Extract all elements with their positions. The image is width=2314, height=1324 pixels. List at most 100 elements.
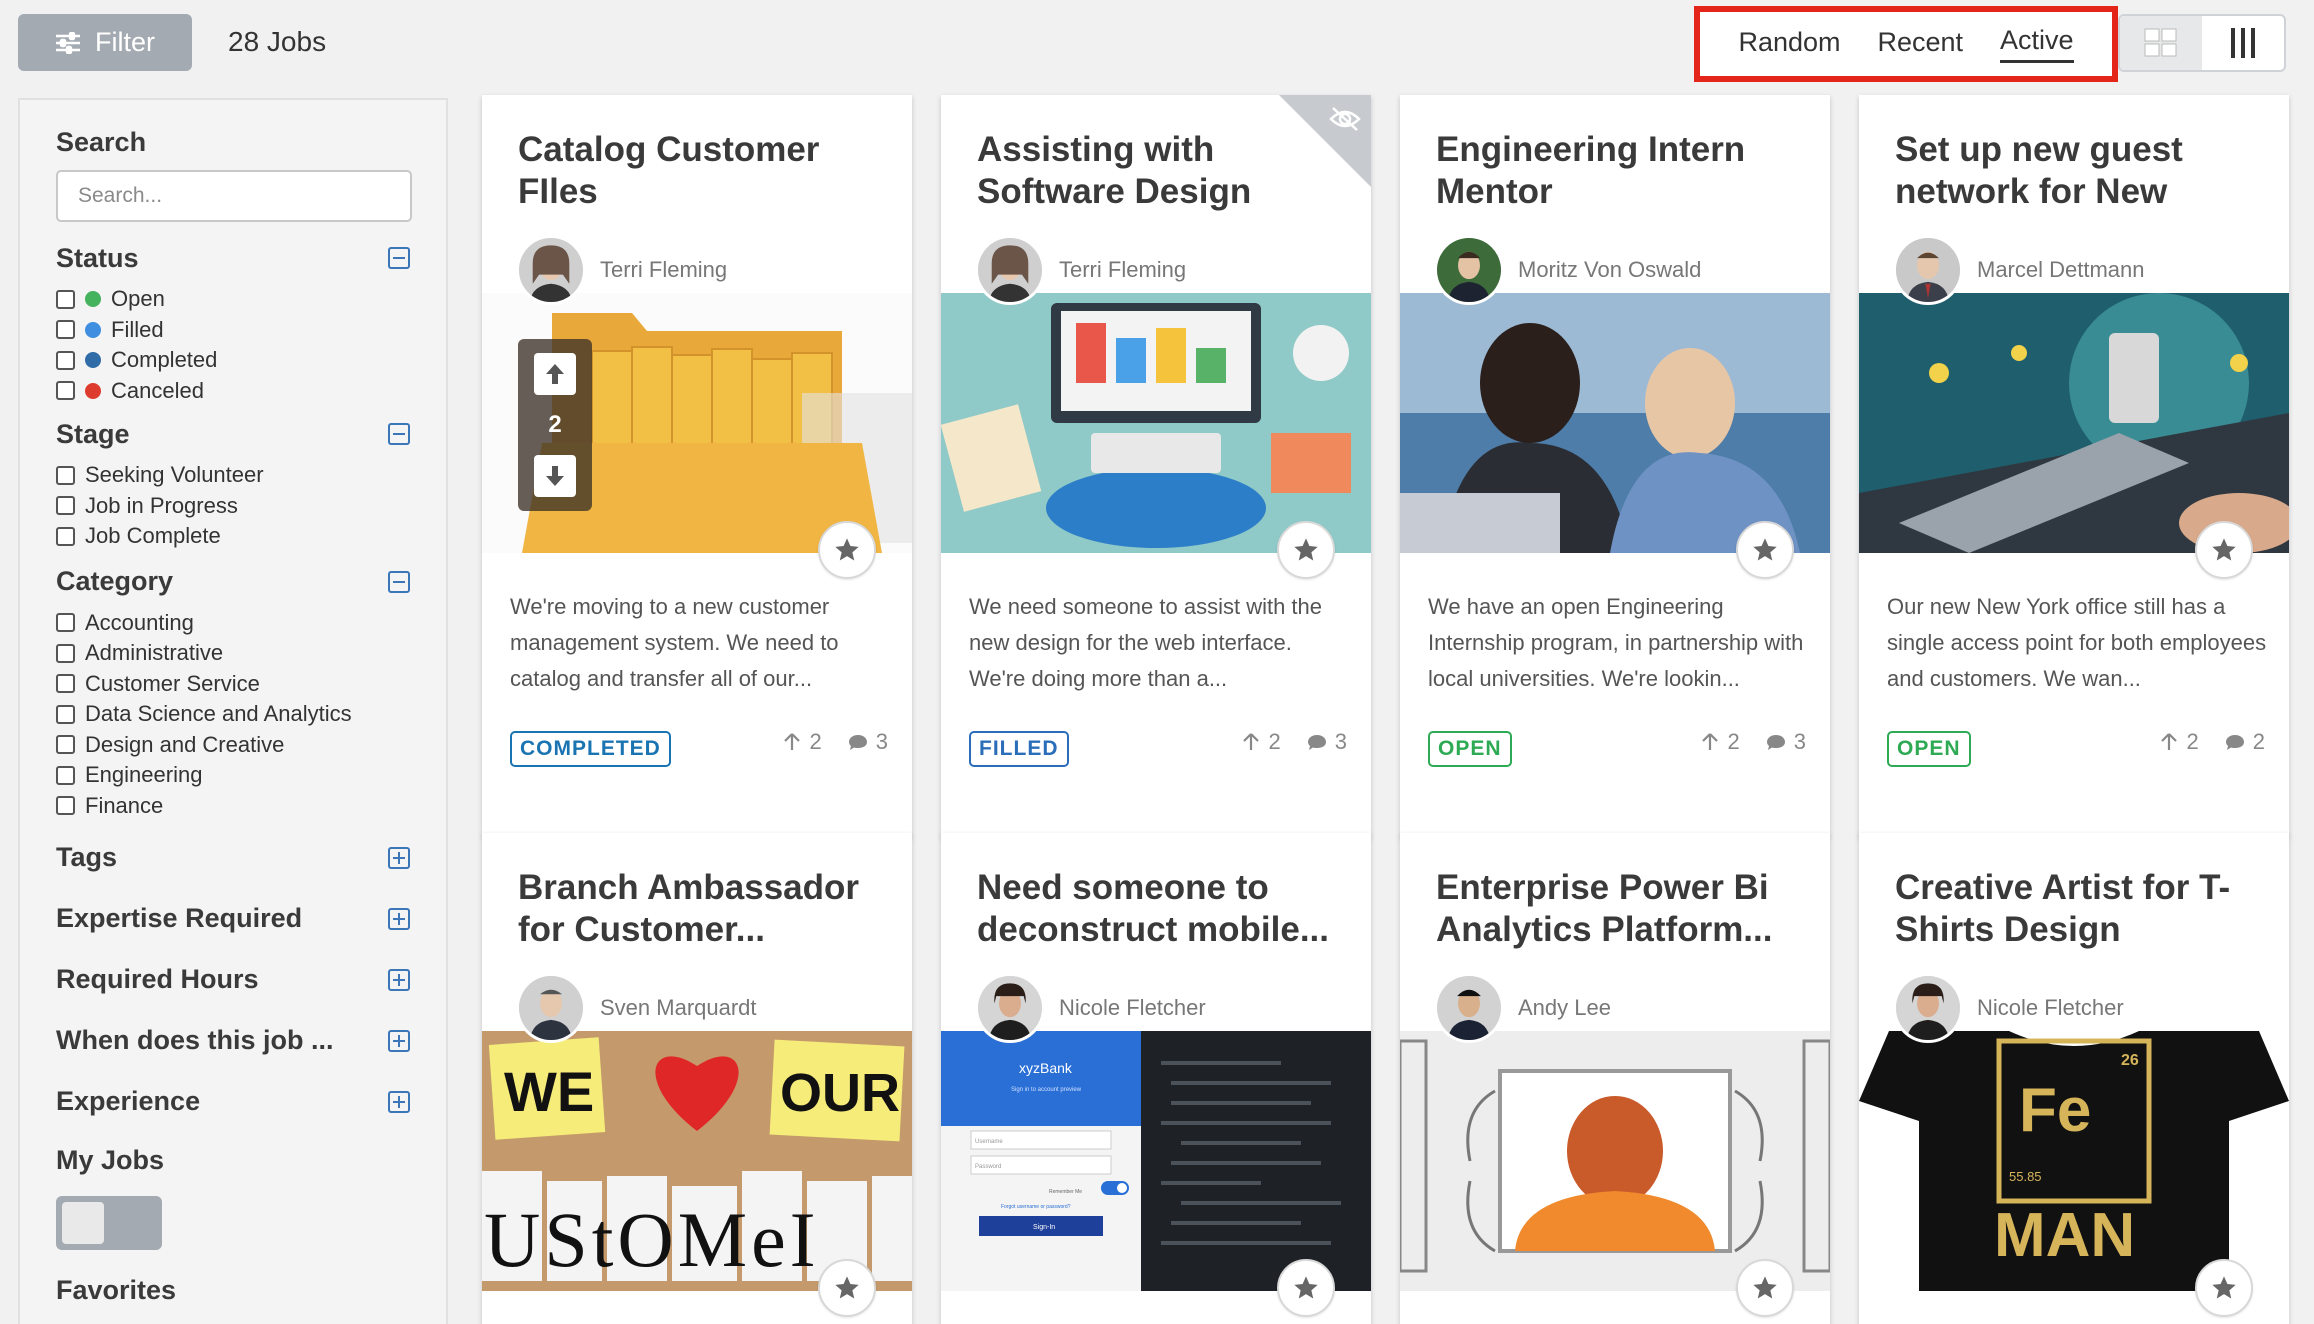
my-jobs-toggle[interactable] (56, 1196, 162, 1250)
job-card[interactable]: Catalog Customer FIles Terri Fleming 2 W… (482, 95, 912, 837)
status-open-option[interactable]: Open (56, 284, 410, 315)
upvote-button[interactable] (534, 353, 576, 395)
job-image (941, 293, 1371, 553)
favorite-button[interactable] (1277, 1259, 1335, 1317)
favorite-button[interactable] (2195, 521, 2253, 579)
favorite-button[interactable] (818, 521, 876, 579)
checkbox[interactable] (56, 289, 75, 309)
checkbox[interactable] (56, 674, 75, 694)
stage-option[interactable]: Job in Progress (56, 491, 410, 522)
category-option[interactable]: Design and Creative (56, 730, 410, 761)
checkbox[interactable] (56, 526, 75, 546)
collapse-status-icon[interactable] (388, 247, 410, 269)
checkbox[interactable] (56, 643, 75, 663)
expand-experience-icon[interactable] (388, 1090, 410, 1113)
star-icon (835, 538, 859, 561)
search-label: Search (56, 126, 147, 157)
favorite-button[interactable] (1736, 1259, 1794, 1317)
checkbox[interactable] (56, 735, 75, 755)
status-options: Open Filled Completed Canceled (56, 280, 410, 412)
comment-icon (1307, 735, 1326, 750)
status-badge: FILLED (969, 731, 1069, 767)
collapse-stage-icon[interactable] (388, 423, 410, 445)
when-header[interactable]: When does this job ... (56, 1010, 410, 1071)
job-card[interactable]: Set up new guest network for New Yor... … (1859, 95, 2289, 837)
sort-random[interactable]: Random (1738, 27, 1840, 62)
checkbox[interactable] (56, 350, 75, 370)
checkbox[interactable] (56, 320, 75, 340)
expand-tags-icon[interactable] (388, 846, 410, 869)
job-title[interactable]: Enterprise Power Bi Analytics Platform..… (1436, 867, 1800, 951)
checkbox[interactable] (56, 796, 75, 816)
job-description: We need someone to assist with the new d… (969, 594, 1323, 691)
expand-expertise-icon[interactable] (388, 907, 410, 930)
view-toggle (2118, 14, 2286, 72)
status-label: Filled (111, 316, 164, 342)
search-input[interactable] (56, 170, 412, 222)
category-option[interactable]: Engineering (56, 760, 410, 791)
downvote-button[interactable] (534, 455, 576, 497)
collapse-category-icon[interactable] (388, 570, 410, 593)
hours-header[interactable]: Required Hours (56, 949, 410, 1010)
job-title[interactable]: Engineering Intern Mentor (1436, 129, 1800, 213)
star-icon (1753, 1276, 1777, 1299)
experience-header[interactable]: Experience (56, 1071, 410, 1132)
checkbox[interactable] (56, 381, 75, 401)
canceled-dot-icon (85, 382, 101, 399)
stage-option[interactable]: Seeking Volunteer (56, 460, 410, 491)
category-option[interactable]: Finance (56, 791, 410, 822)
job-card[interactable]: Engineering Intern Mentor Moritz Von Osw… (1400, 95, 1830, 837)
sort-recent[interactable]: Recent (1877, 27, 1963, 62)
checkbox[interactable] (56, 704, 75, 724)
favorite-button[interactable] (2195, 1259, 2253, 1317)
job-card[interactable]: Creative Artist for T-Shirts Design Grap… (1859, 833, 2289, 1324)
category-option[interactable]: Data Science and Analytics (56, 699, 410, 730)
job-title[interactable]: Catalog Customer FIles (518, 129, 882, 213)
svg-text:OUR: OUR (780, 1063, 900, 1123)
category-option[interactable]: Accounting (56, 608, 410, 639)
arrow-up-icon (1701, 733, 1718, 750)
favorites-header: Favorites (56, 1260, 410, 1320)
expand-when-icon[interactable] (388, 1029, 410, 1052)
tags-label: Tags (56, 842, 118, 872)
checkbox[interactable] (56, 613, 75, 633)
category-option[interactable]: Customer Service (56, 669, 410, 700)
svg-text:Password: Password (975, 1164, 1001, 1170)
status-canceled-option[interactable]: Canceled (56, 376, 410, 407)
expand-hours-icon[interactable] (388, 968, 410, 991)
tags-header[interactable]: Tags (56, 827, 410, 888)
job-title[interactable]: Creative Artist for T-Shirts Design Grap… (1895, 867, 2259, 951)
checkbox[interactable] (56, 496, 75, 516)
svg-text:Remember Me: Remember Me (1049, 1189, 1082, 1195)
hours-label: Required Hours (56, 964, 259, 994)
status-filled-option[interactable]: Filled (56, 315, 410, 346)
checkbox[interactable] (56, 765, 75, 785)
author-name: Nicole Fletcher (1059, 995, 1206, 1020)
stage-option[interactable]: Job Complete (56, 521, 410, 552)
grid-view-button[interactable] (2120, 16, 2202, 70)
job-title[interactable]: Set up new guest network for New Yor... (1895, 129, 2259, 213)
expertise-header[interactable]: Expertise Required (56, 888, 410, 949)
favorite-button[interactable] (1277, 521, 1335, 579)
favorite-button[interactable] (1736, 521, 1794, 579)
status-badge: OPEN (1428, 731, 1512, 767)
column-view-button[interactable] (2202, 16, 2284, 70)
job-title[interactable]: Assisting with Software Design (977, 129, 1341, 213)
job-stats: 2 3 (1700, 729, 1806, 755)
job-card[interactable]: Enterprise Power Bi Analytics Platform..… (1400, 833, 1830, 1324)
checkbox[interactable] (56, 465, 75, 485)
job-title[interactable]: Branch Ambassador for Customer... (518, 867, 882, 951)
category-option[interactable]: Administrative (56, 638, 410, 669)
favorite-button[interactable] (818, 1259, 876, 1317)
svg-text:Sign in to account preview: Sign in to account preview (1011, 1087, 1082, 1093)
job-card[interactable]: Assisting with Software Design Terri Fle… (941, 95, 1371, 837)
avatar (516, 235, 586, 305)
svg-text:UStOMeI: UStOMeI (484, 1196, 820, 1283)
sort-active[interactable]: Active (1999, 25, 2074, 63)
job-card[interactable]: Need someone to deconstruct mobile... Ni… (941, 833, 1371, 1324)
status-completed-option[interactable]: Completed (56, 345, 410, 376)
job-title[interactable]: Need someone to deconstruct mobile... (977, 867, 1341, 951)
job-card[interactable]: Branch Ambassador for Customer... Sven M… (482, 833, 912, 1324)
avatar (1434, 973, 1504, 1043)
filter-button[interactable]: Filter (18, 14, 192, 71)
